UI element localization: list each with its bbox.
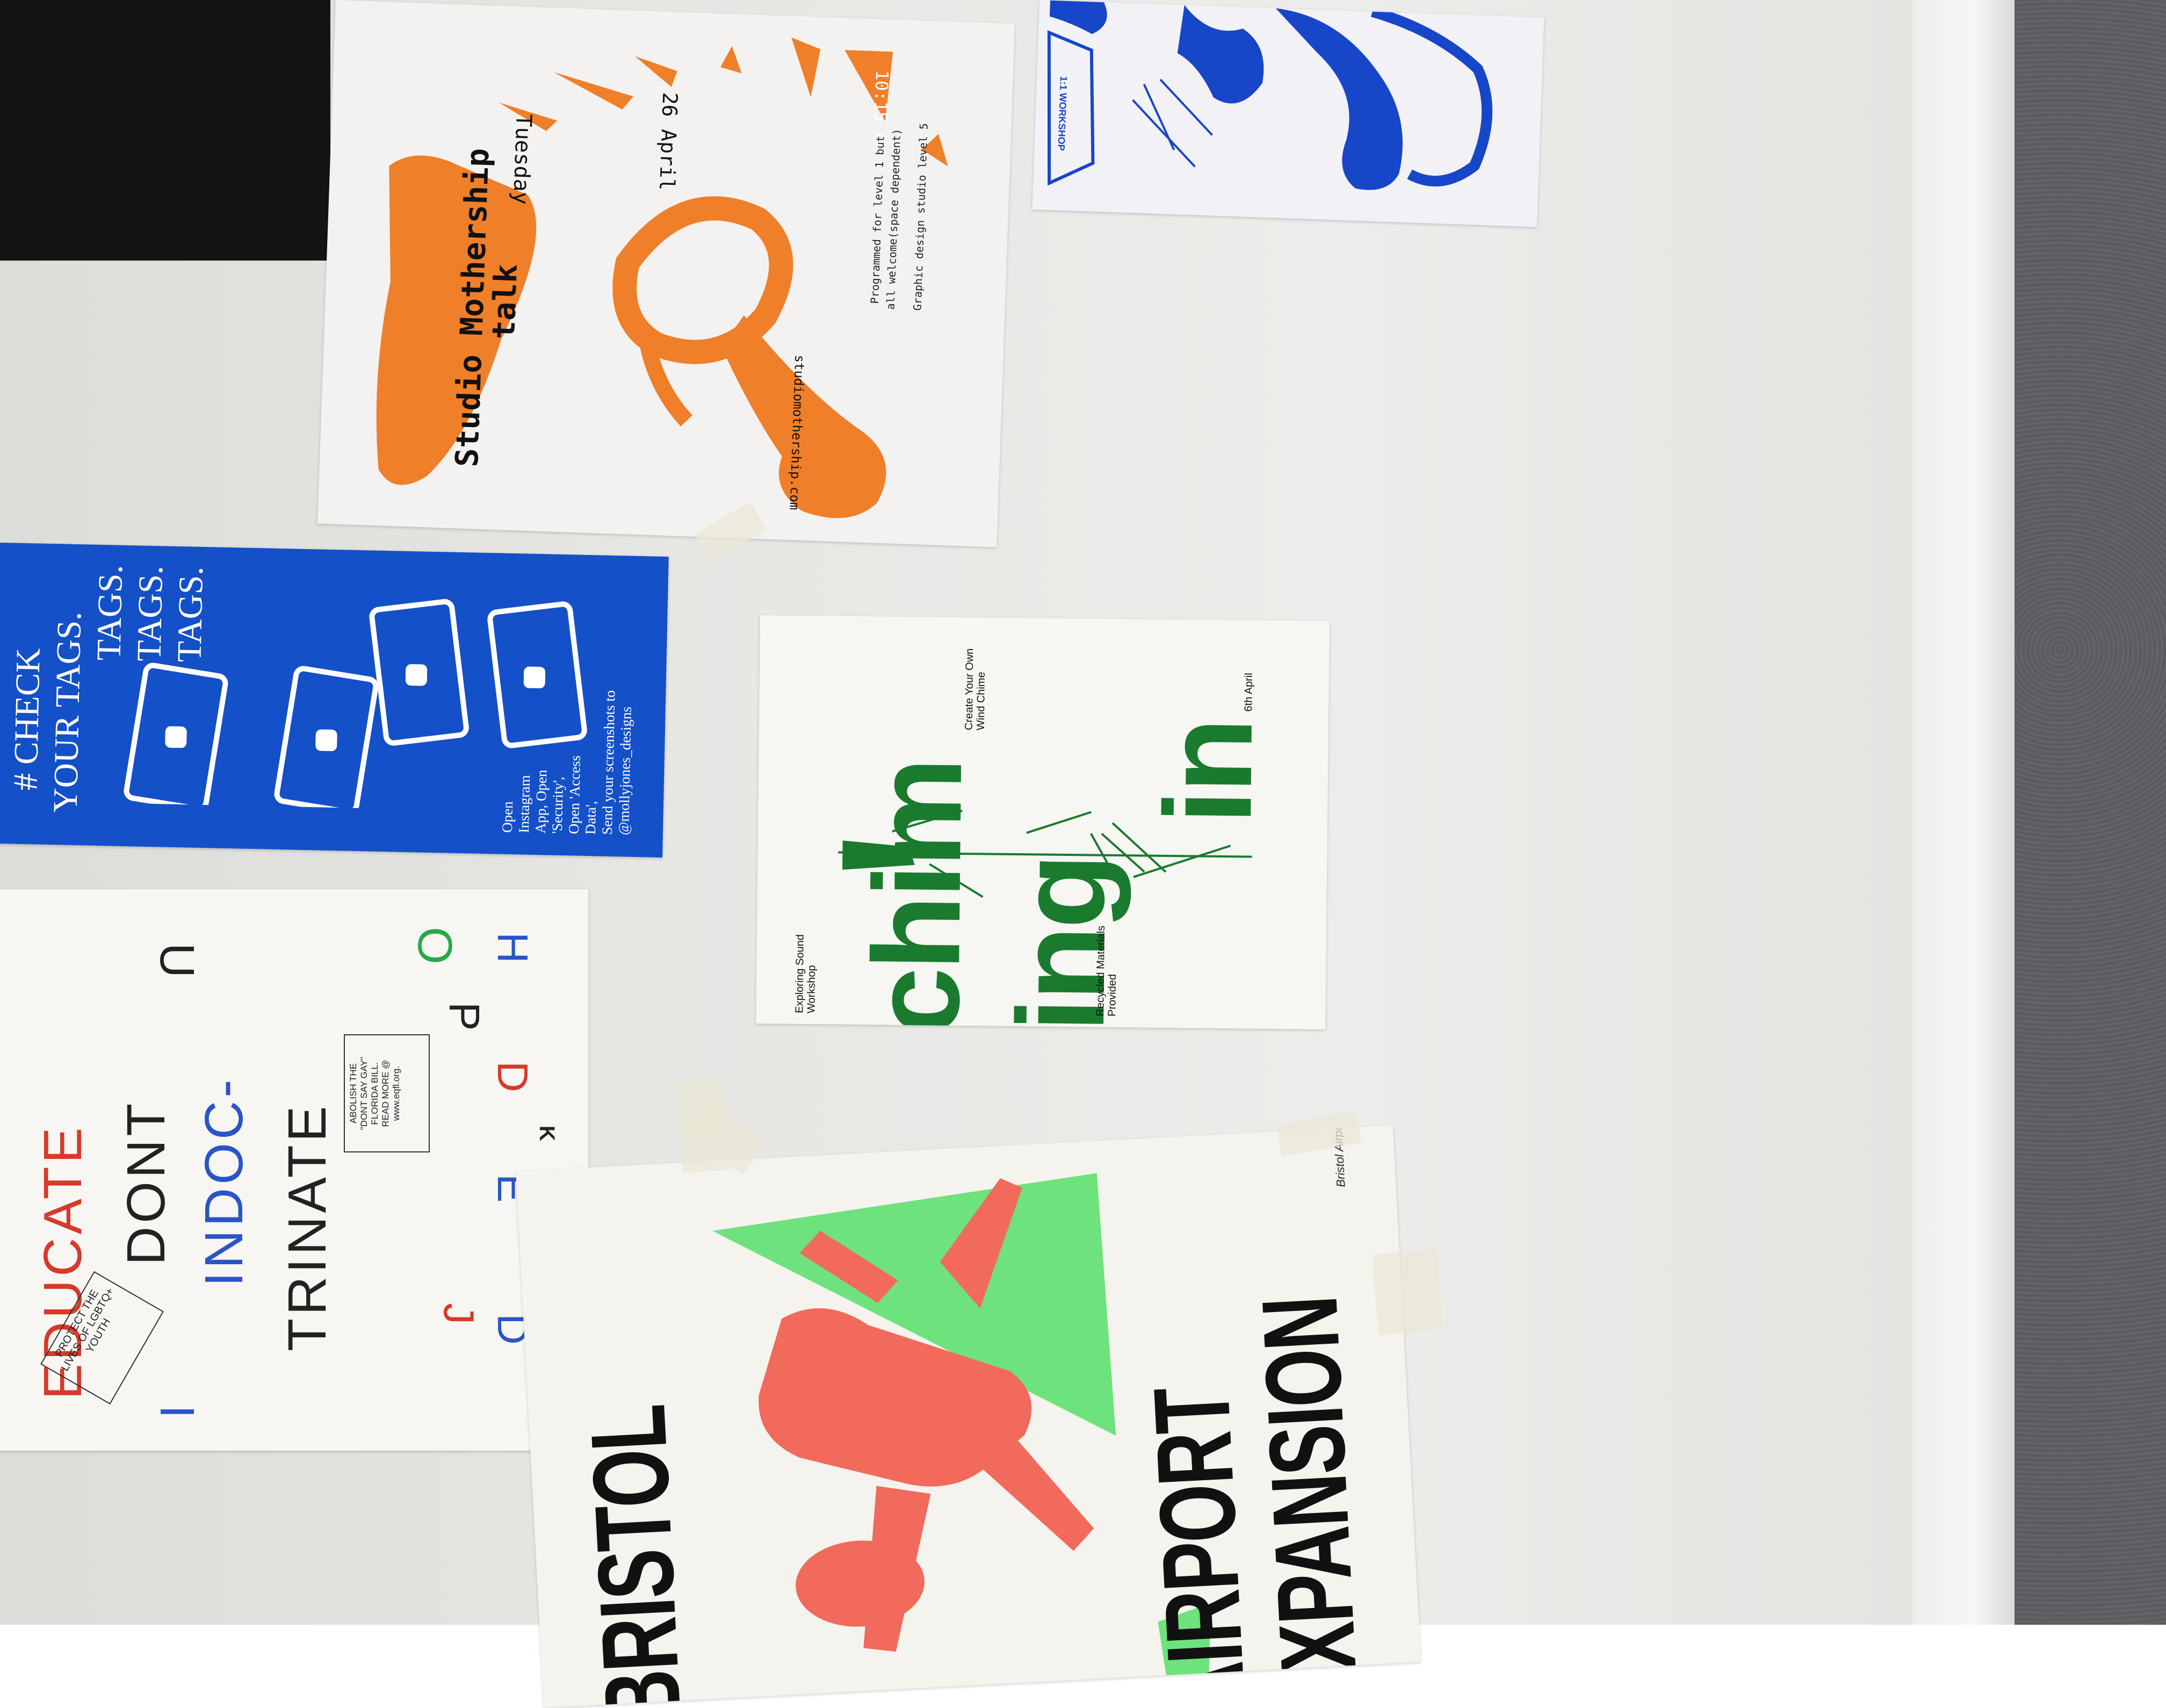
- chiming-top-label: Exploring Sound Workshop: [793, 934, 818, 1014]
- chiming-bottom-label: Recycled Materials Provided: [1094, 925, 1119, 1017]
- educate-box-2: ABOLISH THE "DONT SAY GAY" FLORIDA BILL.…: [344, 1034, 430, 1152]
- floor: [2015, 0, 2166, 1625]
- bristol-word-1: BRISTOL: [567, 1403, 704, 1708]
- educate-row-p: P: [441, 1002, 488, 1031]
- mothership-illustration: [376, 37, 948, 518]
- tags-line-1: # CHECK: [6, 647, 47, 791]
- tags-poster: # CHECK YOUR TAGS. TAGS. TAGS. TAGS. Ope…: [0, 543, 669, 857]
- educate-col-4: TRINATE: [277, 1103, 338, 1351]
- educate-col-3: INDOC-: [193, 1076, 255, 1287]
- chiming-mid-label: Create Your Own Wind Chime: [963, 648, 987, 731]
- educate-row-h: H: [489, 932, 537, 963]
- workshop-poster: 1:1 WORKSHOP: [1032, 0, 1544, 227]
- educate-row-j: J: [435, 1303, 483, 1324]
- chiming-poster: chim ing in Exploring Sound Workshop Cre…: [756, 615, 1330, 1030]
- tape: [1371, 1249, 1443, 1335]
- bristol-word-3: EXPANSION: [1239, 1294, 1382, 1708]
- indoc-word: INDOC-: [194, 1076, 254, 1287]
- box-2-line: www.eqfl.org.: [391, 1065, 401, 1121]
- educate-poster: EDUCATE DONT INDOC- TRINATE I U O H P D …: [0, 889, 588, 1451]
- box-2-line: "DONT SAY GAY": [359, 1056, 369, 1130]
- chiming-date: 6th April: [1243, 673, 1255, 712]
- box-2-line: FLORIDA BILL.: [370, 1062, 380, 1125]
- black-panel: [0, 0, 330, 261]
- educate-stray-3: O: [408, 927, 461, 965]
- mothership-day: Tuesday: [508, 113, 536, 205]
- dont-word: DONT: [116, 1100, 176, 1265]
- wall-edge: [1912, 0, 2015, 1625]
- educate-stray-2: U: [150, 943, 204, 978]
- tags-line-2: YOUR TAGS.: [46, 611, 89, 813]
- mothership-title-2: talk: [485, 263, 525, 340]
- educate-stray-1: I: [150, 1405, 204, 1419]
- box-2-line: READ MORE @: [380, 1060, 391, 1127]
- educate-row-k: K: [535, 1126, 559, 1141]
- educate-row-d: D: [489, 1061, 537, 1092]
- trinate-word: TRINATE: [277, 1102, 337, 1351]
- tags-body: Open Instagram App, Open 'Security', Ope…: [499, 607, 637, 835]
- box-2-line: ABOLISH THE: [348, 1063, 358, 1124]
- tags-line-3: TAGS.: [89, 564, 130, 661]
- educate-col-2: DONT: [115, 1100, 177, 1265]
- workshop-illustration: [1047, 0, 1493, 190]
- bristol-poster: BRISTOL AIRPORT EXPANSION Bristol Airpor…: [516, 1125, 1421, 1708]
- mothership-poster: Studio Mothership talk Tuesday 26 April …: [317, 0, 1015, 547]
- mothership-date: 26 April: [655, 92, 682, 191]
